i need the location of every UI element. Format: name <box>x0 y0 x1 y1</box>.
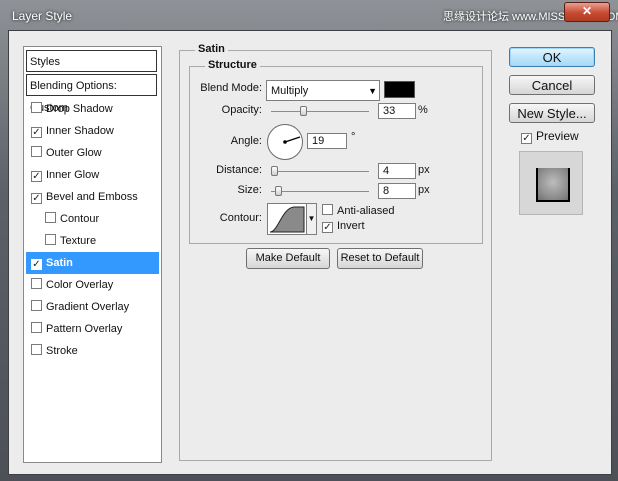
invert-option[interactable]: ✓ Invert <box>322 220 365 233</box>
style-item-stroke[interactable]: Stroke <box>26 340 159 362</box>
opacity-input[interactable]: 33 <box>378 103 416 119</box>
bevel-emboss-checkbox[interactable]: ✓ <box>31 193 42 204</box>
gradient-overlay-checkbox[interactable] <box>31 300 42 311</box>
stroke-checkbox[interactable] <box>31 344 42 355</box>
style-item-gradient-overlay[interactable]: Gradient Overlay <box>26 296 159 318</box>
size-input[interactable]: 8 <box>378 183 416 199</box>
style-item-label: Gradient Overlay <box>46 301 130 313</box>
style-preview-thumbnail <box>519 151 583 215</box>
contour-label: Contour: <box>219 212 262 224</box>
style-item-drop-shadow[interactable]: Drop Shadow <box>26 98 159 120</box>
distance-input[interactable]: 4 <box>378 163 416 179</box>
opacity-slider-handle[interactable] <box>300 106 307 116</box>
satin-checkbox[interactable]: ✓ <box>31 259 42 270</box>
style-item-bevel-emboss[interactable]: ✓ Bevel and Emboss <box>26 186 159 208</box>
anti-aliased-option[interactable]: Anti-aliased <box>322 204 394 217</box>
angle-label: Angle: <box>230 135 262 147</box>
style-item-label: Contour <box>60 213 100 225</box>
styles-list: Styles Blending Options: Custom Drop Sha… <box>23 46 162 463</box>
angle-dial[interactable] <box>267 124 303 160</box>
angle-unit: ° <box>351 131 356 143</box>
style-item-pattern-overlay[interactable]: Pattern Overlay <box>26 318 159 340</box>
size-label: Size: <box>237 184 262 196</box>
distance-label: Distance: <box>216 164 262 176</box>
style-item-inner-glow[interactable]: ✓ Inner Glow <box>26 164 159 186</box>
size-slider[interactable] <box>271 191 369 192</box>
color-overlay-checkbox[interactable] <box>31 278 42 289</box>
blend-mode-select[interactable]: Multiply ▼ <box>266 80 380 101</box>
invert-checkbox[interactable]: ✓ <box>322 222 333 233</box>
title-bar[interactable]: Layer Style 思缘设计论坛 www.MISSYUAN.COM ✕ <box>0 0 618 30</box>
preview-label: Preview <box>536 129 579 143</box>
style-item-label: Pattern Overlay <box>46 323 123 335</box>
inner-shadow-checkbox[interactable]: ✓ <box>31 127 42 138</box>
contour-preview[interactable] <box>267 203 307 235</box>
style-item-inner-shadow[interactable]: ✓ Inner Shadow <box>26 120 159 142</box>
style-item-color-overlay[interactable]: Color Overlay <box>26 274 159 296</box>
dialog-body: Styles Blending Options: Custom Drop Sha… <box>8 30 612 475</box>
ok-button[interactable]: OK <box>509 47 595 67</box>
chevron-down-icon: ▼ <box>368 86 377 96</box>
drop-shadow-checkbox[interactable] <box>31 102 42 113</box>
style-item-label: Drop Shadow <box>46 103 113 115</box>
preview-checkbox[interactable]: ✓ <box>521 133 532 144</box>
blending-options-item[interactable]: Blending Options: Custom <box>26 74 157 114</box>
style-item-label: Satin <box>46 257 73 269</box>
new-style-button[interactable]: New Style... <box>509 103 595 123</box>
style-item-texture[interactable]: Texture <box>26 230 159 252</box>
texture-checkbox[interactable] <box>45 234 56 245</box>
blend-color-swatch[interactable] <box>384 81 415 98</box>
distance-slider[interactable] <box>271 171 369 172</box>
style-item-outer-glow[interactable]: Outer Glow <box>26 142 159 164</box>
style-item-contour[interactable]: Contour <box>26 208 159 230</box>
blend-mode-value: Multiply <box>271 85 309 97</box>
style-item-label: Texture <box>60 235 97 247</box>
invert-label: Invert <box>337 220 365 232</box>
structure-title: Structure <box>205 59 260 71</box>
opacity-slider[interactable] <box>271 111 369 112</box>
anti-aliased-checkbox[interactable] <box>322 204 333 215</box>
styles-header[interactable]: Styles <box>26 50 157 72</box>
preview-option[interactable]: ✓ Preview <box>521 129 579 144</box>
close-icon: ✕ <box>581 4 593 18</box>
reset-to-default-button[interactable]: Reset to Default <box>337 248 423 269</box>
anti-aliased-label: Anti-aliased <box>337 205 395 217</box>
cancel-button[interactable]: Cancel <box>509 75 595 95</box>
style-item-label: Inner Glow <box>46 169 100 181</box>
make-default-button[interactable]: Make Default <box>246 248 330 269</box>
distance-unit: px <box>418 164 430 176</box>
opacity-unit: % <box>418 104 428 116</box>
satin-title: Satin <box>195 43 228 55</box>
contour-checkbox[interactable] <box>45 212 56 223</box>
preview-shape <box>536 168 570 202</box>
inner-glow-checkbox[interactable]: ✓ <box>31 171 42 182</box>
size-slider-handle[interactable] <box>275 186 282 196</box>
blend-mode-label: Blend Mode: <box>200 82 262 94</box>
angle-dial-needle <box>283 136 301 144</box>
layer-style-dialog: Layer Style 思缘设计论坛 www.MISSYUAN.COM ✕ St… <box>0 0 618 481</box>
style-item-label: Stroke <box>46 345 78 357</box>
pattern-overlay-checkbox[interactable] <box>31 322 42 333</box>
size-unit: px <box>418 184 430 196</box>
outer-glow-checkbox[interactable] <box>31 146 42 157</box>
opacity-label: Opacity: <box>221 104 262 116</box>
contour-dropdown-button[interactable]: ▼ <box>307 203 317 235</box>
style-item-label: Color Overlay <box>46 279 114 291</box>
angle-input[interactable]: 19 <box>307 133 347 149</box>
style-item-label: Bevel and Emboss <box>46 191 138 203</box>
distance-slider-handle[interactable] <box>271 166 278 176</box>
style-item-label: Inner Shadow <box>46 125 114 137</box>
chevron-down-icon: ▼ <box>307 214 316 223</box>
contour-curve-graphic <box>269 206 305 233</box>
style-item-satin[interactable]: ✓ Satin <box>26 252 159 274</box>
style-item-label: Outer Glow <box>46 147 102 159</box>
close-button[interactable]: ✕ <box>564 2 610 22</box>
window-title: Layer Style <box>12 9 73 23</box>
